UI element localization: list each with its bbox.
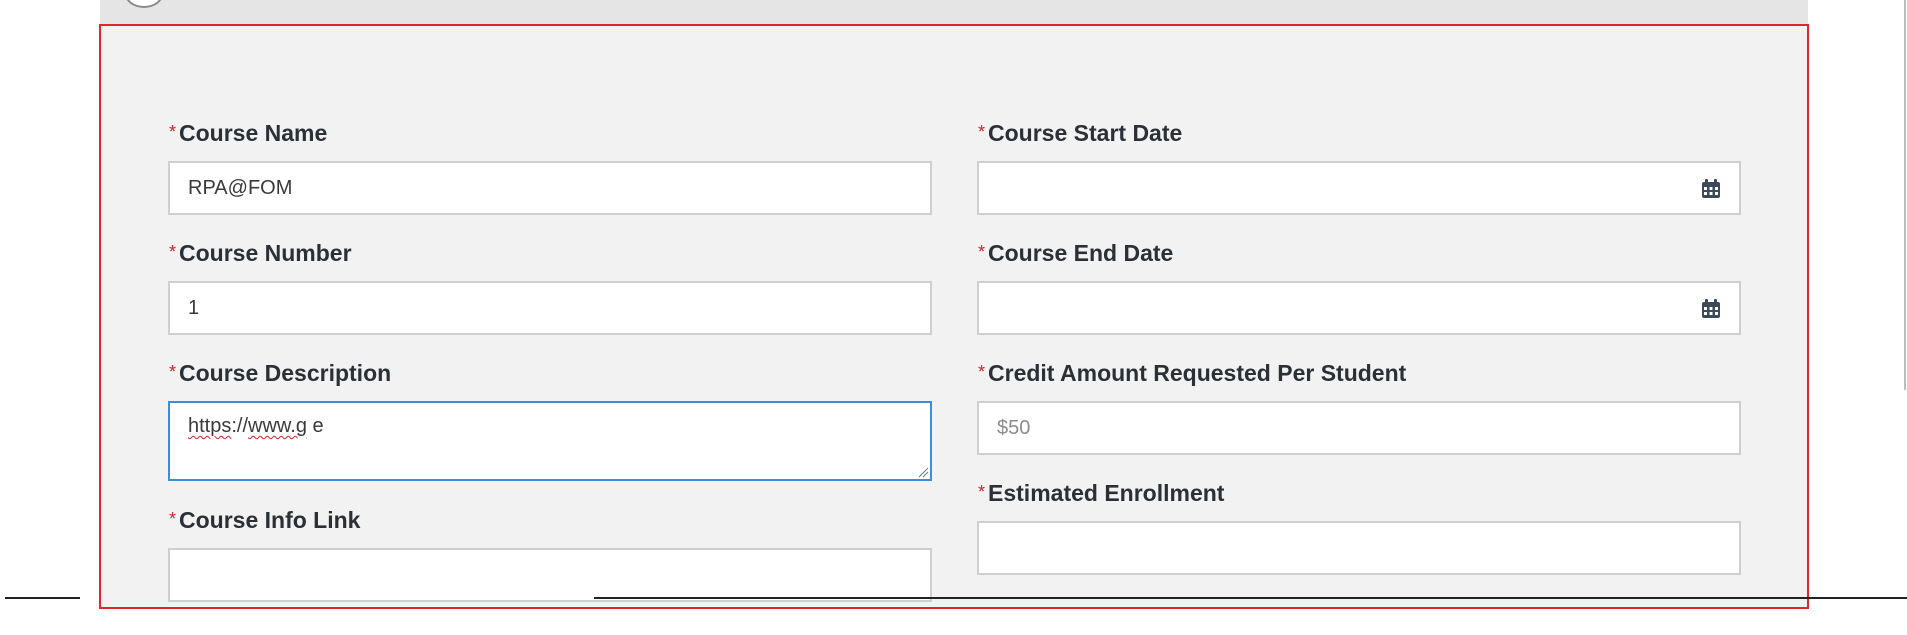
course-description-value-part: e <box>306 415 324 437</box>
course-description-label-text: Course Description <box>179 360 392 386</box>
divider-line <box>5 597 80 599</box>
course-number-value: 1 <box>188 297 200 319</box>
credit-amount-input[interactable]: $50 <box>977 401 1741 455</box>
course-info-link-input[interactable] <box>168 548 932 602</box>
course-info-link-label: * Course Info Link <box>169 507 360 534</box>
course-start-date-input[interactable] <box>977 161 1741 215</box>
credit-amount-placeholder: $50 <box>997 417 1031 439</box>
required-marker: * <box>169 122 177 142</box>
estimated-enrollment-label-text: Estimated Enrollment <box>988 480 1225 506</box>
required-marker: * <box>169 509 177 529</box>
course-number-input[interactable]: 1 <box>168 281 932 335</box>
required-marker: * <box>978 482 986 502</box>
course-info-link-label-text: Course Info Link <box>179 507 361 533</box>
course-description-value-part: https <box>188 415 232 437</box>
estimated-enrollment-label: * Estimated Enrollment <box>978 480 1224 507</box>
course-number-label: * Course Number <box>169 240 352 267</box>
calendar-icon[interactable] <box>1701 179 1721 199</box>
course-name-label-text: Course Name <box>179 120 328 146</box>
course-name-value: RPA@FOM <box>188 177 293 199</box>
estimated-enrollment-input[interactable] <box>977 521 1741 575</box>
credit-amount-label: * Credit Amount Requested Per Student <box>978 360 1406 387</box>
course-details-form: * Course Name RPA@FOM * Course Number 1 * C… <box>99 24 1809 609</box>
course-end-date-input[interactable] <box>977 281 1741 335</box>
course-end-date-label: * Course End Date <box>978 240 1173 267</box>
credit-amount-label-text: Credit Amount Requested Per Student <box>988 360 1407 386</box>
course-name-label: * Course Name <box>169 120 327 147</box>
required-marker: * <box>978 362 986 382</box>
divider-line <box>594 597 1907 599</box>
course-description-value-part: :// <box>231 415 249 437</box>
course-end-date-label-text: Course End Date <box>988 240 1174 266</box>
course-start-date-label: * Course Start Date <box>978 120 1182 147</box>
resize-grip-icon[interactable] <box>917 466 929 478</box>
section-header-strip <box>100 0 1808 25</box>
course-number-label-text: Course Number <box>179 240 352 266</box>
required-marker: * <box>169 242 177 262</box>
course-description-value-part: www.g <box>248 415 307 437</box>
course-description-label: * Course Description <box>169 360 391 387</box>
required-marker: * <box>978 122 986 142</box>
course-description-textarea[interactable]: https://www.g e <box>168 401 932 481</box>
calendar-icon[interactable] <box>1701 299 1721 319</box>
course-start-date-label-text: Course Start Date <box>988 120 1183 146</box>
course-name-input[interactable]: RPA@FOM <box>168 161 932 215</box>
required-marker: * <box>978 242 986 262</box>
scrollbar-track[interactable] <box>1904 0 1906 390</box>
required-marker: * <box>169 362 177 382</box>
